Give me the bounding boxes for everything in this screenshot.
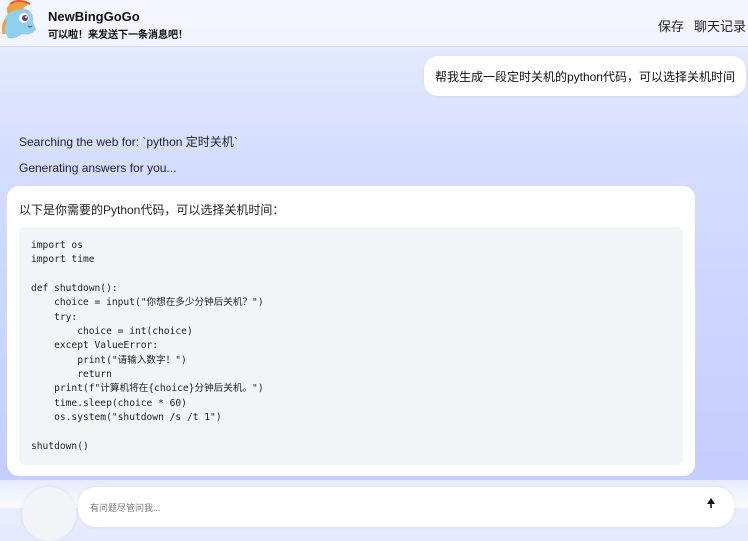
save-button[interactable]: 保存 xyxy=(658,16,684,35)
generating-status-text: Generating answers for you... xyxy=(19,161,177,175)
bot-intro-text: 以下是你需要的Python代码，可以选择关机时间： xyxy=(19,203,285,217)
app-subtitle: 可以啦！来发送下一条消息吧！ xyxy=(48,30,188,41)
user-message-bubble: 帮我生成一段定时关机的python代码，可以选择关机时间 xyxy=(423,56,746,96)
search-status-text: Searching the web for: `python 定时关机` xyxy=(19,135,238,149)
user-message-text: 帮我生成一段定时关机的python代码，可以选择关机时间 xyxy=(434,69,735,84)
chat-mode-button[interactable] xyxy=(22,487,76,541)
message-input[interactable]: 有问题尽管问我... xyxy=(78,487,734,527)
app-title: NewBingGoGo xyxy=(48,9,140,24)
input-area: 有问题尽管问我... xyxy=(0,480,748,541)
code-block: import os import time def shutdown(): ch… xyxy=(19,227,683,465)
pony-logo-icon xyxy=(0,0,46,46)
send-arrow-icon[interactable] xyxy=(705,496,717,508)
chat-history-button[interactable]: 聊天记录 xyxy=(694,16,746,35)
header-bar: NewBingGoGo 可以啦！来发送下一条消息吧！ 保存 聊天记录 xyxy=(0,0,748,47)
bot-message-bubble: 以下是你需要的Python代码，可以选择关机时间： import os impo… xyxy=(7,186,695,476)
